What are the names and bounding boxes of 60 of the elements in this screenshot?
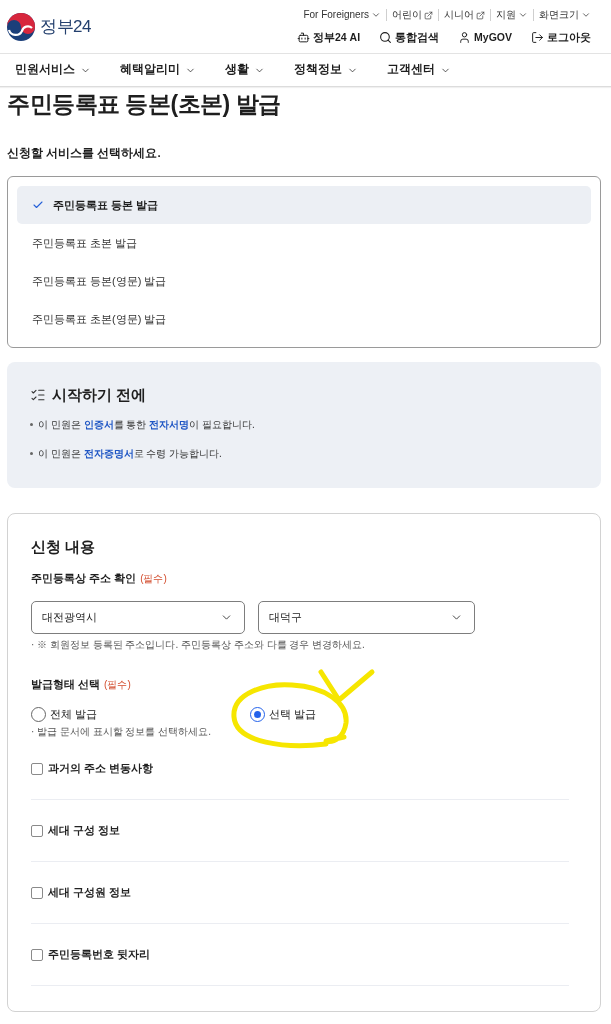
bullet-icon xyxy=(30,451,33,455)
radio-button[interactable] xyxy=(250,706,265,722)
header-action-link[interactable]: 통합검색 xyxy=(379,30,440,46)
select-field[interactable]: 대전광역시 xyxy=(31,601,245,634)
service-option[interactable]: 주민등록표 등본(영문) 발급 xyxy=(17,262,591,300)
service-prompt: 신청할 서비스를 선택하세요. xyxy=(7,146,162,161)
required-marker: (필수) xyxy=(104,677,131,692)
field-label: 주민등록상 주소 확인 xyxy=(31,570,137,586)
radio-label: 전체 발급 xyxy=(50,706,98,722)
service-option[interactable]: 주민등록표 초본(영문) 발급 xyxy=(17,300,591,338)
notice-text: 이 민원은 인증서를 통한 전자서명이 필요합니다. xyxy=(38,417,255,432)
utility-link[interactable]: For Foreigners xyxy=(298,9,386,21)
nav-menu-item[interactable]: 민원서비스 xyxy=(15,61,91,79)
select-field[interactable]: 대덕구 xyxy=(258,601,475,634)
checkbox-label: 세대 구성원 정보 xyxy=(48,886,131,899)
user-icon xyxy=(458,31,472,45)
emblem-logo-icon xyxy=(7,12,35,41)
external-link-icon xyxy=(476,10,485,20)
checklist-icon xyxy=(30,387,46,403)
hint-text: · ※ 회원정보 등록된 주소입니다. 주민등록상 주소와 다를 경우 변경하세요. xyxy=(31,638,366,651)
nav-menu-item[interactable]: 고객센터 xyxy=(387,61,451,79)
check-icon xyxy=(32,199,44,211)
notice-text: 이 민원은 전자증명서로 수령 가능합니다. xyxy=(38,446,222,461)
checkbox[interactable] xyxy=(31,762,43,775)
service-option[interactable]: 주민등록표 등본 발급 xyxy=(17,186,591,224)
chevron-down-icon xyxy=(371,10,381,20)
utility-link[interactable]: 어린이 xyxy=(386,9,438,21)
nav-menu-item[interactable]: 정책정보 xyxy=(294,61,358,79)
service-option[interactable]: 주민등록표 초본 발급 xyxy=(17,224,591,262)
bullet-icon xyxy=(30,422,33,426)
radio-button[interactable] xyxy=(31,706,46,722)
utility-link[interactable]: 화면크기 xyxy=(533,9,591,21)
header-action-link[interactable]: MyGOV xyxy=(458,30,512,46)
check-mark-icon xyxy=(318,669,375,703)
site-logo-text[interactable]: 정부24 xyxy=(40,13,91,40)
checkbox-label: 세대 구성 정보 xyxy=(48,824,120,837)
required-marker: (필수) xyxy=(140,571,167,586)
checkbox-label: 과거의 주소 변동사항 xyxy=(48,762,153,775)
page-title: 주민등록표 등본(초본) 발급 xyxy=(7,90,282,119)
chevron-down-icon xyxy=(581,10,591,20)
checkbox[interactable] xyxy=(31,886,43,899)
logout-icon xyxy=(531,31,544,45)
header-action-link[interactable]: 정부24 AI xyxy=(296,30,361,46)
radio-label: 선택 발급 xyxy=(269,706,317,722)
header-action-link[interactable]: 로그아웃 xyxy=(531,30,591,46)
chevron-down-icon xyxy=(518,10,528,20)
utility-link[interactable]: 시니어 xyxy=(438,9,490,21)
checkbox-label: 주민등록번호 뒷자리 xyxy=(48,948,150,961)
utility-link[interactable]: 지원 xyxy=(490,9,533,21)
external-link-icon xyxy=(424,10,433,20)
section-title: 신청 내용 xyxy=(31,538,97,557)
notice-title: 시작하기 전에 xyxy=(52,384,147,405)
field-label: 발급형태 선택 xyxy=(31,676,101,692)
search-icon xyxy=(379,31,393,45)
checkbox[interactable] xyxy=(31,948,43,961)
hint-text: · 발급 문서에 표시할 정보를 선택하세요. xyxy=(31,725,212,738)
checkbox[interactable] xyxy=(31,824,43,837)
nav-menu-item[interactable]: 생활 xyxy=(225,61,265,79)
nav-menu-item[interactable]: 혜택알리미 xyxy=(120,61,196,79)
robot-icon xyxy=(296,31,310,45)
